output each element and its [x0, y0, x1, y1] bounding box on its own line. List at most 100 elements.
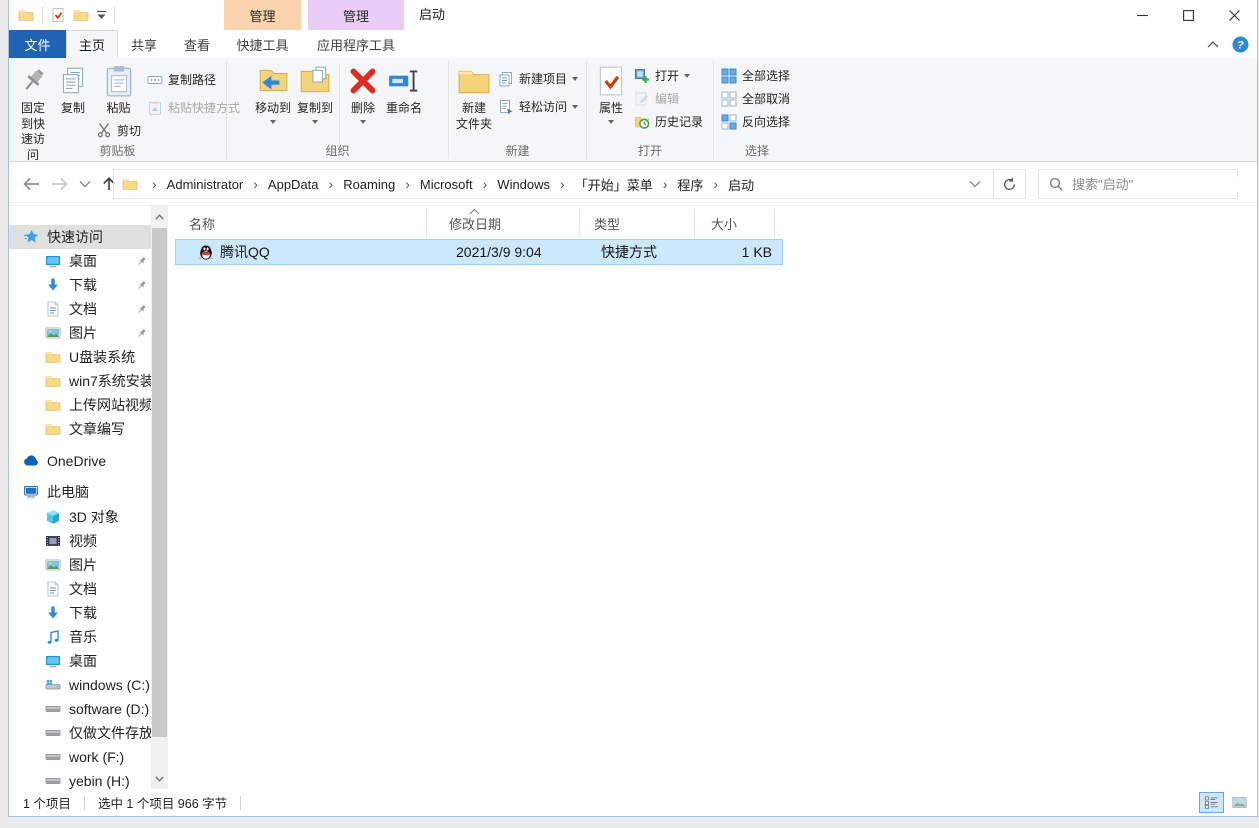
- sidebar-item-downloads-pc[interactable]: 下载: [9, 601, 151, 625]
- sidebar-item-drive-c[interactable]: windows (C:): [9, 673, 151, 697]
- refresh-button[interactable]: [994, 170, 1025, 198]
- breadcrumb-item[interactable]: 启动: [726, 175, 756, 194]
- button-label: 复制路径: [168, 71, 216, 88]
- file-row-selected[interactable]: 腾讯QQ 2021/3/9 9:04 快捷方式 1 KB: [175, 239, 783, 265]
- button-label: 粘贴: [106, 101, 130, 117]
- sidebar-item-music[interactable]: 音乐: [9, 625, 151, 649]
- column-header-size[interactable]: 大小: [695, 210, 775, 236]
- sidebar-item-3d-objects[interactable]: 3D 对象: [9, 505, 151, 529]
- breadcrumb-item[interactable]: AppData: [266, 177, 321, 192]
- edit-icon: [634, 91, 650, 107]
- sidebar-item-desktop-pc[interactable]: 桌面: [9, 649, 151, 673]
- tab-share[interactable]: 共享: [118, 30, 170, 58]
- selection-summary: 选中 1 个项目 966 字节: [98, 793, 227, 812]
- column-header-date[interactable]: 修改日期: [427, 210, 580, 236]
- sidebar-item-label: 下载: [69, 603, 97, 623]
- title-bar: 管理 管理 启动: [9, 0, 1257, 30]
- sidebar-item-folder[interactable]: win7系统安装: [9, 369, 151, 393]
- qat-properties-icon[interactable]: [50, 7, 66, 23]
- breadcrumb-item[interactable]: Windows: [495, 177, 552, 192]
- easy-access-button[interactable]: 轻松访问: [495, 95, 581, 118]
- scroll-down-arrow[interactable]: [151, 770, 168, 787]
- maximize-button[interactable]: [1165, 0, 1211, 30]
- copy-to-button[interactable]: 复制到: [294, 62, 336, 126]
- sidebar-item-folder[interactable]: 上传网站视频: [9, 393, 151, 417]
- column-header-type[interactable]: 类型: [580, 210, 695, 236]
- sidebar-item-desktop[interactable]: 桌面: [9, 249, 151, 273]
- tab-home[interactable]: 主页: [66, 30, 118, 58]
- sidebar-item-drive-d[interactable]: software (D:): [9, 697, 151, 721]
- breadcrumb-item[interactable]: Microsoft: [418, 177, 475, 192]
- breadcrumb-item[interactable]: Roaming: [341, 177, 397, 192]
- address-dropdown-icon[interactable]: [969, 180, 981, 188]
- qat-customize-icon[interactable]: [96, 10, 107, 20]
- tab-file[interactable]: 文件: [9, 30, 66, 58]
- column-header-name[interactable]: 名称: [173, 210, 427, 236]
- forward-icon[interactable]: [50, 176, 70, 192]
- sidebar-item-folder[interactable]: 文章编写: [9, 417, 151, 441]
- help-icon[interactable]: ?: [1232, 36, 1249, 53]
- sidebar-item-drive-e[interactable]: 仅做文件存放 (E: [9, 721, 151, 745]
- invert-selection-button[interactable]: 反向选择: [718, 110, 793, 133]
- sidebar-item-pictures[interactable]: 图片: [9, 321, 151, 345]
- new-item-button[interactable]: 新建项目: [495, 67, 581, 90]
- close-button[interactable]: [1211, 0, 1257, 30]
- open-button[interactable]: 打开: [631, 64, 693, 87]
- picture-icon: [45, 557, 61, 573]
- rename-button[interactable]: 重命名: [383, 62, 425, 119]
- sidebar-item-label: U盘装系统: [69, 347, 135, 367]
- tab-view[interactable]: 查看: [170, 30, 224, 58]
- breadcrumb-separator: ›: [655, 176, 676, 192]
- breadcrumb-item[interactable]: 程序: [675, 175, 705, 194]
- copy-path-button[interactable]: 复制路径: [144, 68, 219, 91]
- sidebar-item-videos[interactable]: 视频: [9, 529, 151, 553]
- sidebar-item-quick-access[interactable]: 快速访问: [9, 225, 151, 249]
- sidebar-item-pictures-pc[interactable]: 图片: [9, 553, 151, 577]
- sidebar-scrollbar[interactable]: [151, 206, 168, 789]
- minimize-button[interactable]: [1119, 0, 1165, 30]
- breadcrumb-item[interactable]: Administrator: [165, 177, 246, 192]
- sidebar-item-downloads[interactable]: 下载: [9, 273, 151, 297]
- delete-button[interactable]: 删除: [343, 62, 383, 126]
- paste-button[interactable]: 粘贴: [99, 62, 139, 119]
- sidebar-item-documents-pc[interactable]: 文档: [9, 577, 151, 601]
- address-bar[interactable]: › Administrator › AppData › Roaming › Mi…: [113, 169, 1026, 199]
- search-box[interactable]: [1038, 169, 1238, 199]
- new-folder-icon: [457, 64, 491, 98]
- new-folder-button[interactable]: 新建 文件夹: [453, 62, 495, 134]
- sidebar-item-folder[interactable]: U盘装系统: [9, 345, 151, 369]
- scrollbar-thumb[interactable]: [152, 228, 167, 737]
- breadcrumb-item[interactable]: 「开始」菜单: [573, 175, 655, 194]
- recent-locations-icon[interactable]: [79, 180, 91, 188]
- search-input[interactable]: [1072, 177, 1248, 192]
- folder-icon: [45, 373, 61, 389]
- status-bar: 1 个项目 选中 1 个项目 966 字节: [9, 789, 1257, 816]
- details-view-button[interactable]: [1199, 792, 1224, 813]
- thumbnails-view-button[interactable]: [1227, 792, 1252, 813]
- drive-icon: [45, 701, 61, 717]
- copy-button[interactable]: 复制: [53, 62, 93, 119]
- sidebar-item-drive-f[interactable]: work (F:): [9, 745, 151, 769]
- tab-application-tools[interactable]: 应用程序工具: [308, 30, 404, 58]
- select-all-button[interactable]: 全部选择: [718, 64, 793, 87]
- select-none-button[interactable]: 全部取消: [718, 87, 793, 110]
- properties-icon: [594, 64, 628, 98]
- sidebar-item-documents[interactable]: 文档: [9, 297, 151, 321]
- sidebar-item-label: 下载: [69, 275, 97, 295]
- back-icon[interactable]: [21, 176, 41, 192]
- scroll-up-arrow[interactable]: [151, 208, 168, 225]
- button-label: 移动到: [255, 101, 291, 117]
- tab-shortcut-tools[interactable]: 快捷工具: [224, 30, 301, 58]
- button-label: 重命名: [386, 101, 422, 117]
- qat-new-folder-icon[interactable]: [73, 7, 89, 23]
- edit-button[interactable]: 编辑: [631, 87, 682, 110]
- move-to-button[interactable]: 移动到: [252, 62, 294, 126]
- sidebar-item-this-pc[interactable]: 此电脑: [9, 480, 151, 504]
- sidebar-item-onedrive[interactable]: OneDrive: [9, 449, 151, 473]
- properties-button[interactable]: 属性: [591, 62, 631, 126]
- button-label: 删除: [351, 101, 375, 117]
- cut-button[interactable]: 剪切: [93, 119, 144, 142]
- collapse-ribbon-icon[interactable]: [1207, 40, 1219, 48]
- history-button[interactable]: 历史记录: [631, 110, 706, 133]
- toolbar-separator: [42, 7, 43, 23]
